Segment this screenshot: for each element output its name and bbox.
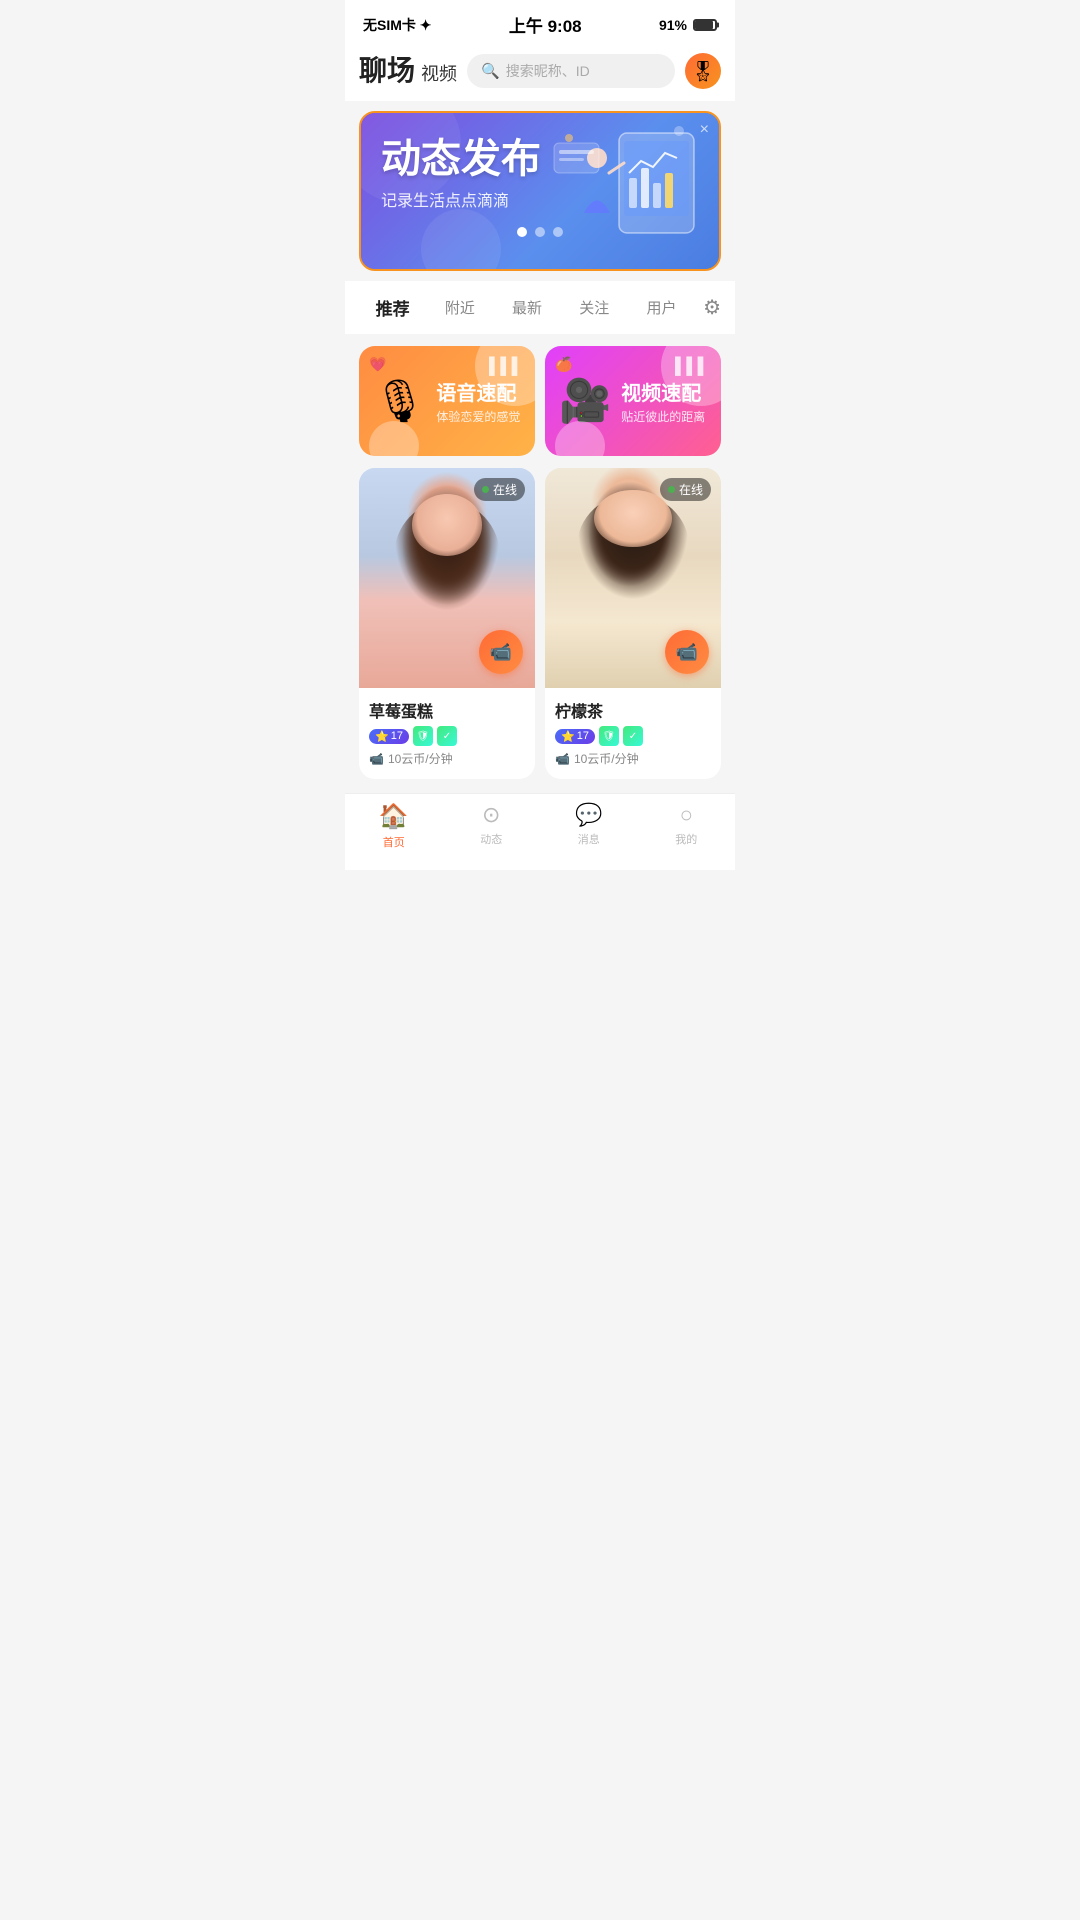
user-name-1: 草莓蛋糕 bbox=[369, 698, 525, 722]
star-icon-1: ⭐ bbox=[375, 730, 389, 743]
banner-dot-1[interactable] bbox=[517, 227, 527, 237]
battery-icon bbox=[693, 19, 717, 31]
banner-dot-2[interactable] bbox=[535, 227, 545, 237]
online-badge-1: 在线 bbox=[474, 478, 525, 501]
messages-icon: 💬 bbox=[575, 802, 602, 828]
camera-icon: 🎥 bbox=[559, 377, 611, 426]
camera-price-icon-1: 📹 bbox=[369, 752, 384, 766]
medal-button[interactable]: 🎖 bbox=[685, 53, 721, 89]
user-photo-2: 在线 📹 bbox=[545, 468, 721, 688]
voice-match-subtitle: 体验恋爱的感觉 bbox=[436, 408, 520, 425]
tab-nearby[interactable]: 附近 bbox=[426, 293, 493, 322]
voice-bars-icon: ▌▌▌ bbox=[489, 358, 523, 376]
bottom-navigation: 🏠 首页 ⊙ 动态 💬 消息 ○ 我的 bbox=[345, 793, 735, 870]
cert-icon-1: ✓ bbox=[443, 731, 451, 742]
video-match-subtitle: 贴近彼此的距离 bbox=[621, 408, 705, 425]
dynamic-label: 动态 bbox=[480, 831, 502, 847]
star-level-1: 17 bbox=[391, 730, 403, 742]
search-placeholder: 搜索昵称、ID bbox=[506, 61, 590, 81]
user-card-2[interactable]: 在线 📹 柠檬茶 ⭐ 17 🛡 ✓ 📹 1 bbox=[545, 468, 721, 779]
video-match-card[interactable]: ▌▌▌ 🎥 视频速配 贴近彼此的距离 🍊 bbox=[545, 346, 721, 456]
user-badges-2: ⭐ 17 🛡 ✓ bbox=[555, 726, 711, 746]
video-call-icon-2: 📹 bbox=[676, 642, 698, 663]
status-time: 上午 9:08 bbox=[509, 12, 582, 37]
banner-illustration bbox=[549, 123, 709, 258]
heart-decoration-2: 🍊 bbox=[555, 356, 572, 373]
banner-dot-3[interactable] bbox=[553, 227, 563, 237]
status-bar: 无SIM卡 ✦ 上午 9:08 91% bbox=[345, 0, 735, 45]
cert-badge-1: ✓ bbox=[437, 726, 457, 746]
logo-area: 聊场 视频 bbox=[359, 57, 457, 86]
star-badge-1: ⭐ 17 bbox=[369, 729, 409, 744]
app-header: 聊场 视频 🔍 搜索昵称、ID 🎖 bbox=[345, 45, 735, 101]
battery-percent: 91% bbox=[659, 17, 687, 33]
user-cards-grid: 在线 📹 草莓蛋糕 ⭐ 17 🛡 ✓ 📹 bbox=[345, 468, 735, 793]
tab-recommended[interactable]: 推荐 bbox=[359, 291, 426, 324]
shield-badge-1: 🛡 bbox=[413, 726, 433, 746]
online-badge-2: 在线 bbox=[660, 478, 711, 501]
profile-icon: ○ bbox=[680, 802, 693, 828]
star-badge-2: ⭐ 17 bbox=[555, 729, 595, 744]
nav-profile[interactable]: ○ 我的 bbox=[638, 802, 736, 850]
shield-badge-2: 🛡 bbox=[599, 726, 619, 746]
cert-icon-2: ✓ bbox=[629, 731, 637, 742]
heart-decoration: 💗 bbox=[369, 356, 386, 373]
tab-latest[interactable]: 最新 bbox=[493, 293, 560, 322]
promo-banner[interactable]: 动态发布 记录生活点点滴滴 × bbox=[359, 111, 721, 271]
medal-icon-symbol: 🎖 bbox=[690, 59, 715, 84]
user-name-2: 柠檬茶 bbox=[555, 698, 711, 722]
profile-label: 我的 bbox=[675, 831, 697, 847]
banner-dots bbox=[381, 227, 699, 237]
home-label: 首页 bbox=[383, 834, 405, 850]
price-text-1: 10云币/分钟 bbox=[388, 750, 453, 767]
app-mode: 视频 bbox=[421, 60, 457, 86]
online-label-2: 在线 bbox=[679, 481, 703, 498]
price-text-2: 10云币/分钟 bbox=[574, 750, 639, 767]
video-call-button-1[interactable]: 📹 bbox=[479, 630, 523, 674]
tab-following[interactable]: 关注 bbox=[561, 293, 628, 322]
filter-icon[interactable]: ⚙ bbox=[695, 295, 721, 320]
video-bars-icon: ▌▌▌ bbox=[675, 358, 709, 376]
user-info-2: 柠檬茶 ⭐ 17 🛡 ✓ 📹 10云币/分钟 bbox=[545, 688, 721, 779]
user-badges-1: ⭐ 17 🛡 ✓ bbox=[369, 726, 525, 746]
nav-messages[interactable]: 💬 消息 bbox=[540, 802, 638, 850]
star-icon-2: ⭐ bbox=[561, 730, 575, 743]
video-call-icon-1: 📹 bbox=[490, 642, 512, 663]
user-card-1[interactable]: 在线 📹 草莓蛋糕 ⭐ 17 🛡 ✓ 📹 bbox=[359, 468, 535, 779]
online-dot-1 bbox=[482, 486, 489, 493]
status-signal: 无SIM卡 ✦ bbox=[363, 15, 432, 35]
search-bar[interactable]: 🔍 搜索昵称、ID bbox=[467, 54, 675, 88]
banner-close-button[interactable]: × bbox=[700, 121, 709, 139]
online-label-1: 在线 bbox=[493, 481, 517, 498]
user-photo-1: 在线 📹 bbox=[359, 468, 535, 688]
voice-match-card[interactable]: ▌▌▌ 🎙 语音速配 体验恋爱的感觉 💗 bbox=[359, 346, 535, 456]
dynamic-icon: ⊙ bbox=[482, 802, 500, 828]
banner-section: 动态发布 记录生活点点滴滴 × bbox=[345, 101, 735, 281]
shield-icon-2: 🛡 bbox=[603, 731, 616, 742]
user-price-2: 📹 10云币/分钟 bbox=[555, 750, 711, 767]
cert-badge-2: ✓ bbox=[623, 726, 643, 746]
online-dot-2 bbox=[668, 486, 675, 493]
mic-icon: 🎙 bbox=[373, 377, 426, 426]
nav-dynamic[interactable]: ⊙ 动态 bbox=[443, 802, 541, 850]
video-call-button-2[interactable]: 📹 bbox=[665, 630, 709, 674]
search-icon: 🔍 bbox=[481, 62, 500, 80]
shield-icon-1: 🛡 bbox=[417, 731, 430, 742]
messages-label: 消息 bbox=[578, 831, 600, 847]
user-price-1: 📹 10云币/分钟 bbox=[369, 750, 525, 767]
quick-match-section: ▌▌▌ 🎙 语音速配 体验恋爱的感觉 💗 ▌▌▌ 🎥 视频速配 贴近彼此的距离 … bbox=[345, 334, 735, 468]
content-tabs: 推荐 附近 最新 关注 用户 ⚙ bbox=[345, 281, 735, 334]
star-level-2: 17 bbox=[577, 730, 589, 742]
user-info-1: 草莓蛋糕 ⭐ 17 🛡 ✓ 📹 10云币/分钟 bbox=[359, 688, 535, 779]
nav-home[interactable]: 🏠 首页 bbox=[345, 802, 443, 850]
camera-price-icon-2: 📹 bbox=[555, 752, 570, 766]
status-battery-area: 91% bbox=[659, 17, 717, 33]
tab-users[interactable]: 用户 bbox=[628, 293, 695, 322]
app-logo: 聊场 bbox=[359, 57, 415, 85]
home-icon: 🏠 bbox=[379, 802, 409, 831]
